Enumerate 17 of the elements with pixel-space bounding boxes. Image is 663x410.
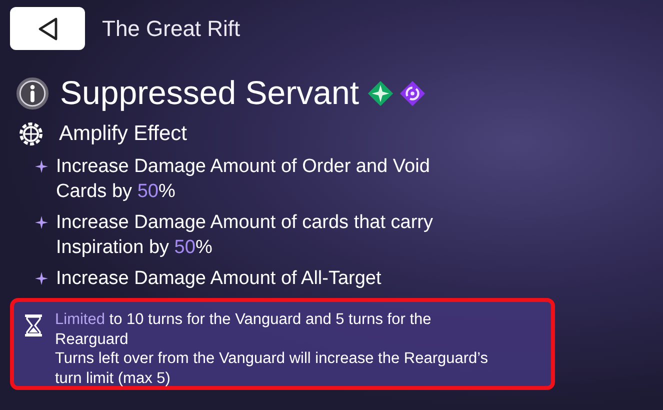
notice-text: Turns left over from the Vanguard will increase the Rearguard’s turn limit (max 5) (55, 349, 490, 388)
sparkle-icon (35, 272, 48, 285)
hourglass-icon (24, 314, 43, 337)
swirl-icon (399, 80, 426, 106)
sparkle-icon (35, 160, 48, 173)
bullet-text: Increase Damage Amount of Order and Void Cards by 50% (56, 155, 431, 204)
gear-icon (17, 120, 45, 148)
page-title: The Great Rift (102, 16, 240, 42)
bullet-text: Increase Damage Amount of cards that carry Inspiration by 50% (56, 211, 434, 260)
effect-name: Suppressed Servant (60, 74, 360, 112)
section-title: Amplify Effect (59, 122, 187, 146)
sparkle-icon (35, 216, 48, 229)
back-button[interactable] (10, 7, 85, 50)
notice-text: Limited to 10 turns for the Vanguard and 5 turns for the Rearguard (55, 310, 432, 349)
info-icon (16, 76, 49, 110)
bullet-text: Increase Damage Amount of All-Target (56, 267, 382, 291)
diamond-icon (367, 80, 394, 106)
